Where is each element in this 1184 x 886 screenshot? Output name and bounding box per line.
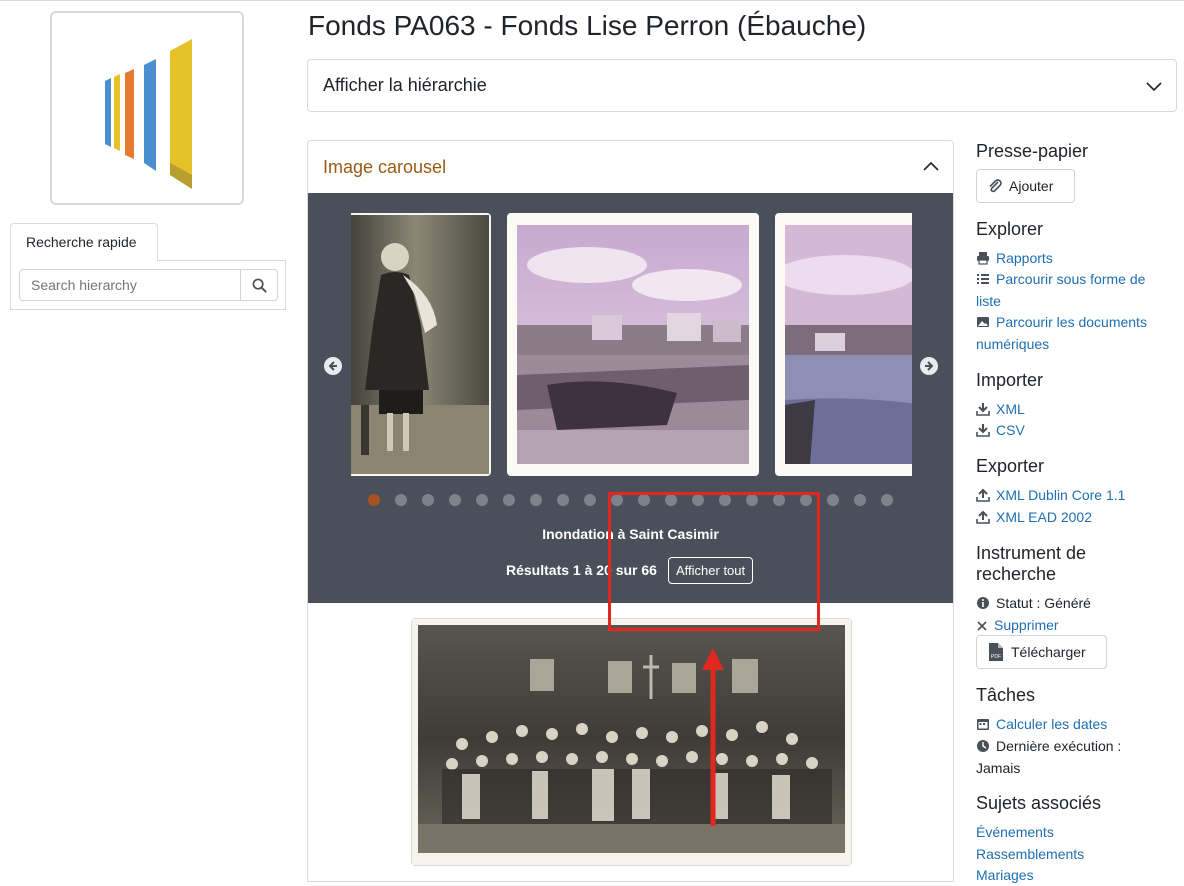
chevron-down-icon: [1146, 82, 1162, 92]
import-xml-link[interactable]: XML: [976, 398, 1025, 420]
delete-label: Supprimer: [994, 617, 1059, 633]
tab-quick-search-label: Recherche rapide: [26, 234, 137, 250]
browse-list-link[interactable]: Parcourir sous forme de: [976, 268, 1145, 290]
carousel-dot[interactable]: [584, 494, 596, 506]
status-label: Statut : Généré: [996, 595, 1091, 611]
hierarchy-toggle[interactable]: Afficher la hiérarchie: [307, 59, 1177, 112]
export-heading: Exporter: [976, 456, 1045, 476]
quick-search-panel: [10, 260, 286, 310]
browse-digital-link[interactable]: Parcourir les documents: [976, 311, 1147, 333]
carousel-dot[interactable]: [881, 494, 893, 506]
list-icon: [977, 274, 989, 284]
portrait-photo: [351, 215, 489, 474]
search-icon: [252, 278, 267, 293]
carousel-thumbnail[interactable]: [775, 213, 912, 476]
add-to-clipboard-button[interactable]: Ajouter: [976, 169, 1075, 203]
clipboard-heading: Presse-papier: [976, 141, 1089, 161]
carousel-dot[interactable]: [449, 494, 461, 506]
last-run-label: Dernière exécution :: [996, 738, 1122, 754]
browse-list-link-cont[interactable]: liste: [976, 290, 1001, 312]
carousel-dot[interactable]: [854, 494, 866, 506]
subject-link[interactable]: Événements: [976, 821, 1054, 843]
page-title: Fonds PA063 - Fonds Lise Perron (Ébauche…: [308, 10, 867, 41]
carousel-header[interactable]: Image carousel: [308, 141, 953, 193]
carousel-thumbnail[interactable]: [507, 213, 759, 476]
export-dc-link[interactable]: XML Dublin Core 1.1: [976, 484, 1125, 506]
arrow-right-icon: [925, 361, 934, 371]
add-label: Ajouter: [1009, 178, 1054, 194]
finding-aid-heading-2: recherche: [976, 564, 1057, 584]
subject-link[interactable]: Rassemblements: [976, 843, 1084, 865]
import-csv-label: CSV: [996, 422, 1025, 438]
subjects-heading: Sujets associés: [976, 793, 1102, 813]
close-icon: [977, 621, 987, 631]
browse-digital-link-cont[interactable]: numériques: [976, 333, 1049, 355]
carousel-next-button[interactable]: [920, 357, 938, 375]
last-run-value: Jamais: [976, 760, 1021, 776]
tab-quick-search[interactable]: Recherche rapide: [10, 223, 158, 261]
carousel-dot[interactable]: [827, 494, 839, 506]
reports-link[interactable]: Rapports: [976, 247, 1053, 269]
finding-aid-status: Statut : Généré: [976, 592, 1091, 614]
printer-icon: [977, 252, 989, 265]
pdf-file-icon: PDF: [989, 643, 1003, 661]
hierarchy-label: Afficher la hiérarchie: [323, 75, 487, 95]
upload-icon: [976, 488, 990, 502]
flood-photo: [517, 225, 749, 464]
browse-list-label-1: Parcourir sous forme de: [996, 271, 1146, 287]
site-logo[interactable]: [50, 11, 244, 205]
carousel-strip: [351, 213, 912, 481]
import-xml-label: XML: [996, 401, 1025, 417]
explore-heading: Explorer: [976, 219, 1044, 239]
download-icon: [976, 403, 990, 416]
browse-digital-label-1: Parcourir les documents: [996, 314, 1147, 330]
carousel-prev-button[interactable]: [324, 357, 342, 375]
annotation-arrow-icon: [702, 648, 724, 826]
export-ead-link[interactable]: XML EAD 2002: [976, 506, 1092, 528]
carousel-dot[interactable]: [557, 494, 569, 506]
svg-text:PDF: PDF: [991, 654, 1001, 660]
chevron-up-icon: [923, 161, 939, 171]
calculate-dates-label: Calculer les dates: [996, 716, 1108, 732]
river-photo: [785, 225, 912, 464]
last-run: Dernière exécution :: [976, 735, 1121, 757]
paperclip-icon: [989, 179, 1002, 193]
calendar-icon: [977, 719, 989, 730]
carousel-dot[interactable]: [476, 494, 488, 506]
import-csv-link[interactable]: CSV: [976, 419, 1025, 441]
tasks-heading: Tâches: [976, 685, 1036, 705]
carousel-dot[interactable]: [503, 494, 515, 506]
upload-icon: [976, 510, 990, 524]
carousel-header-label: Image carousel: [323, 157, 447, 177]
import-heading: Importer: [976, 370, 1044, 390]
reports-label: Rapports: [996, 250, 1053, 266]
group-photo: [412, 619, 851, 865]
top-border: [0, 0, 1184, 1]
info-icon: [977, 597, 989, 609]
image-icon: [977, 317, 989, 327]
calculate-dates-link[interactable]: Calculer les dates: [976, 713, 1107, 735]
download-icon: [976, 424, 990, 437]
search-button[interactable]: [240, 269, 278, 301]
download-label: Télécharger: [1011, 644, 1086, 660]
carousel-dot[interactable]: [422, 494, 434, 506]
delete-link[interactable]: Supprimer: [976, 614, 1059, 636]
carousel-dot[interactable]: [530, 494, 542, 506]
arrow-left-icon: [328, 361, 337, 371]
main-digital-object[interactable]: [411, 618, 852, 866]
annotation-highlight-box: [608, 492, 820, 631]
logo-icon: [105, 39, 192, 189]
finding-aid-heading-1: Instrument de: [976, 543, 1087, 563]
export-ead-label: XML EAD 2002: [996, 509, 1092, 525]
search-hierarchy-input[interactable]: [19, 269, 241, 301]
carousel-dot[interactable]: [395, 494, 407, 506]
clock-icon: [977, 740, 989, 752]
export-dc-label: XML Dublin Core 1.1: [996, 487, 1126, 503]
download-pdf-button[interactable]: PDF Télécharger: [976, 635, 1107, 669]
carousel-dot[interactable]: [368, 494, 380, 506]
subject-link[interactable]: Mariages: [976, 864, 1034, 886]
carousel-thumbnail[interactable]: [351, 213, 491, 476]
